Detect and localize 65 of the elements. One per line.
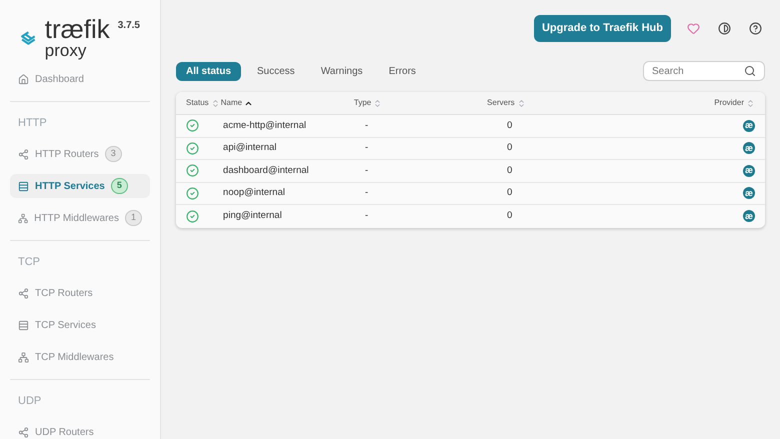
filter-tab[interactable]: All status [176,62,242,80]
table-cell: - [365,164,368,176]
table-cell: dashboard@internal [223,164,309,176]
table-row[interactable]: noop@internal - 0 æ [176,182,765,205]
nav-icon [18,320,29,330]
upgrade-button[interactable]: Upgrade to Traefik Hub [534,15,671,42]
filter-tab[interactable]: Success [247,62,305,80]
table-cell: 0 [507,120,512,131]
section-heading: HTTP [18,117,47,129]
filter-tab[interactable]: Warnings [310,62,373,80]
table-cell: 0 [507,142,512,154]
sort-icon[interactable] [746,98,755,108]
table-cell: 0 [507,187,512,198]
search-icon [744,65,756,77]
provider-logo-icon: æ [743,142,755,154]
table-row[interactable]: api@internal - 0 æ [176,138,765,160]
filter-tab[interactable]: Errors [378,62,426,80]
sort-icon[interactable] [373,98,382,108]
column-header[interactable]: Servers [487,97,515,109]
nav-icon [18,74,29,84]
table-cell: noop@internal [223,187,285,198]
table-cell: api@internal [223,142,277,154]
column-header[interactable]: Type [354,97,372,109]
section-heading: UDP [18,395,42,407]
success-check-icon [186,142,199,155]
success-check-icon [186,119,199,132]
section-heading: TCP [18,256,40,268]
nav-icon [18,352,29,362]
table-cell: acme-http@internal [223,120,306,131]
logo-subtitle: proxy [44,42,88,60]
table-cell: - [365,142,368,154]
table-cell: ping@internal [223,210,282,222]
count-badge: 1 [124,210,142,226]
nav-icon [18,180,29,192]
version-label: 3.7.5 [118,19,140,33]
column-header[interactable]: Status [186,97,209,109]
logo-wordmark: træfik [44,16,110,42]
success-check-icon [186,210,199,223]
search-field[interactable]: Search [643,61,765,81]
table-cell: - [365,210,368,222]
provider-logo-icon: æ [743,164,755,177]
table-cell: - [365,120,368,131]
column-header[interactable]: Provider [714,97,744,109]
table-row[interactable]: acme-http@internal - 0 æ [176,115,765,138]
success-check-icon [186,186,199,200]
table-cell: - [365,187,368,198]
sort-icon[interactable] [210,98,220,108]
provider-logo-icon: æ [743,210,755,222]
nav-icon [18,288,29,298]
nav-icon [18,212,28,224]
table-cell: 0 [507,210,512,222]
column-header[interactable]: Name [220,97,242,109]
table-cell: 0 [507,164,512,176]
count-badge: 5 [110,178,128,194]
success-check-icon [186,164,199,178]
provider-logo-icon: æ [743,187,755,200]
nav-icon [18,426,29,438]
count-badge: 3 [104,146,122,162]
sort-icon[interactable] [516,98,526,108]
nav-icon [18,148,29,160]
provider-logo-icon: æ [743,120,755,132]
table-row[interactable]: ping@internal - 0 æ [176,205,765,228]
search-input[interactable]: Search [652,64,744,78]
table-row[interactable]: dashboard@internal - 0 æ [176,160,765,182]
sidebar-item[interactable]: HTTP Services 5 [10,174,150,198]
